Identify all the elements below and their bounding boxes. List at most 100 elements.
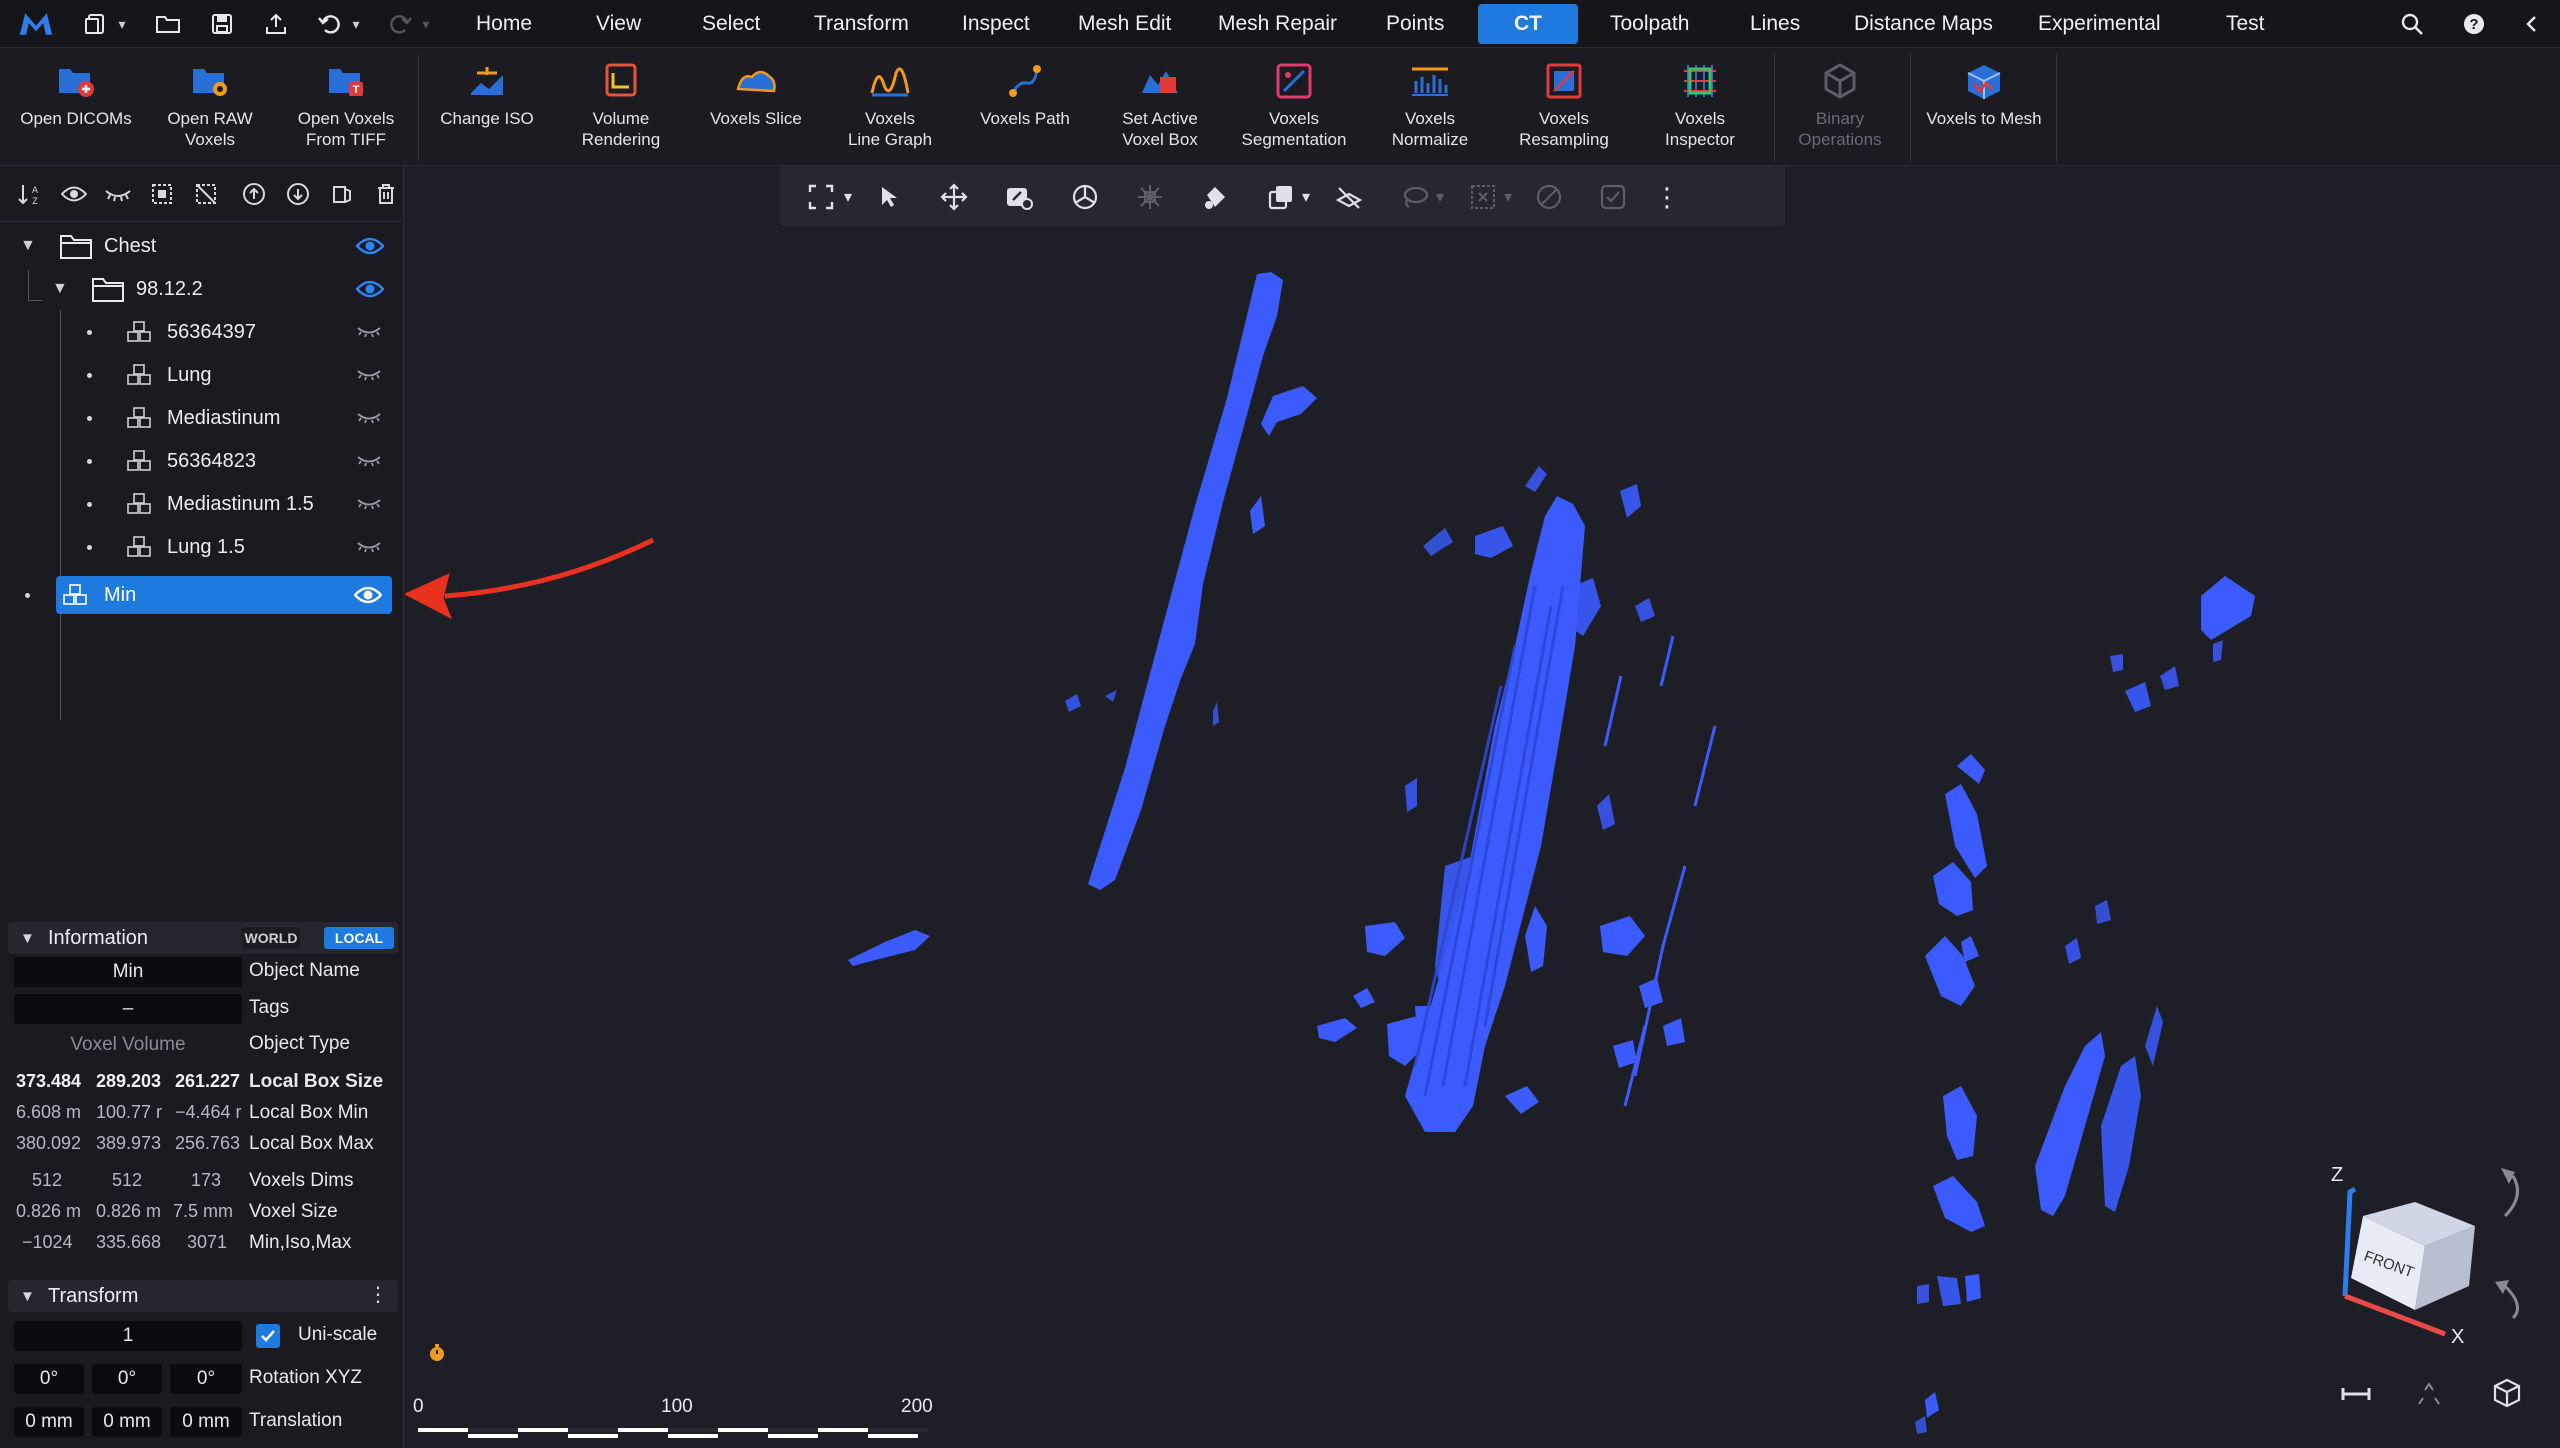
new-file-icon[interactable]: [78, 6, 114, 42]
voxels-line-graph-button[interactable]: Voxels Line Graph: [830, 58, 950, 162]
chevron-down-icon[interactable]: ▾: [114, 14, 130, 34]
select-all-icon[interactable]: [146, 178, 178, 210]
translation-y-field[interactable]: 0 mm: [92, 1407, 162, 1437]
tab-inspect[interactable]: Inspect: [948, 4, 1044, 44]
chevron-down-icon[interactable]: ▼: [20, 1288, 35, 1305]
translation-x-field[interactable]: 0 mm: [14, 1407, 84, 1437]
folder-plus-icon: [53, 58, 99, 104]
visibility-eye-icon[interactable]: [355, 236, 385, 256]
iso-icon: [464, 58, 510, 104]
world-toggle[interactable]: WORLD: [242, 927, 300, 949]
collapse-left-icon[interactable]: [2514, 6, 2550, 42]
normalize-icon: [1407, 58, 1453, 104]
more-options-icon[interactable]: ⋮: [368, 1284, 388, 1306]
open-folder-icon[interactable]: [150, 6, 186, 42]
set-active-voxel-box-button[interactable]: Set Active Voxel Box: [1100, 58, 1220, 162]
app-logo-icon[interactable]: [18, 6, 54, 42]
z-axis-label: Z: [2331, 1164, 2344, 1186]
voxels-inspector-button[interactable]: Voxels Inspector: [1638, 58, 1762, 162]
rotation-z-field[interactable]: 0°: [170, 1364, 242, 1394]
help-icon[interactable]: ?: [2456, 6, 2492, 42]
hidden-eye-icon[interactable]: [356, 367, 384, 387]
chevron-down-icon[interactable]: ▼: [20, 237, 36, 255]
voxels-slice-button[interactable]: Voxels Slice: [696, 58, 816, 162]
hidden-eye-icon[interactable]: [356, 539, 384, 559]
tab-home[interactable]: Home: [462, 4, 546, 44]
line-graph-icon: [867, 58, 913, 104]
show-all-icon[interactable]: [58, 178, 90, 210]
hidden-eye-icon[interactable]: [356, 410, 384, 430]
hidden-eye-icon[interactable]: [356, 324, 384, 344]
visibility-eye-icon[interactable]: [355, 279, 385, 299]
voxels-segmentation-button[interactable]: Voxels Segmentation: [1232, 58, 1356, 162]
fit-to-screen-icon[interactable]: [2418, 1382, 2440, 1405]
tree-item-chest[interactable]: ▼ Chest: [0, 226, 404, 266]
resampling-icon: [1541, 58, 1587, 104]
volume-rendering-button[interactable]: Volume Rendering: [562, 58, 680, 162]
search-icon[interactable]: [2394, 6, 2430, 42]
delete-icon[interactable]: [370, 178, 402, 210]
tab-transform[interactable]: Transform: [800, 4, 923, 44]
undo-icon[interactable]: [312, 6, 348, 42]
move-up-icon[interactable]: [238, 178, 270, 210]
rotation-y-field[interactable]: 0°: [92, 1364, 162, 1394]
tree-item-voxels[interactable]: 56364823: [0, 441, 404, 481]
tab-lines[interactable]: Lines: [1736, 4, 1814, 44]
rotation-x-field[interactable]: 0°: [14, 1364, 84, 1394]
tab-experimental[interactable]: Experimental: [2024, 4, 2175, 44]
chevron-down-icon[interactable]: ▼: [20, 930, 35, 947]
measure-icon[interactable]: [2341, 1388, 2371, 1400]
information-header[interactable]: ▼ Information WORLD LOCAL: [8, 922, 398, 954]
tab-mesh-repair[interactable]: Mesh Repair: [1204, 4, 1351, 44]
chevron-down-icon[interactable]: ▾: [348, 14, 364, 34]
hidden-eye-icon[interactable]: [356, 496, 384, 516]
scale-field[interactable]: 1: [14, 1321, 242, 1351]
deselect-icon[interactable]: [190, 178, 222, 210]
hidden-eye-icon[interactable]: [356, 453, 384, 473]
tab-test[interactable]: Test: [2212, 4, 2279, 44]
uniscale-checkbox[interactable]: [256, 1324, 280, 1348]
tab-points[interactable]: Points: [1372, 4, 1458, 44]
x-axis-label: X: [2451, 1326, 2465, 1348]
tree-item-98-12-2[interactable]: ▼ 98.12.2: [0, 269, 404, 309]
voxels-path-button[interactable]: Voxels Path: [966, 58, 1084, 162]
tags-field[interactable]: –: [14, 994, 242, 1024]
tree-item-voxels[interactable]: 56364397: [0, 312, 404, 352]
save-icon[interactable]: [204, 6, 240, 42]
local-toggle[interactable]: LOCAL: [324, 927, 394, 949]
voxels-normalize-button[interactable]: Voxels Normalize: [1370, 58, 1490, 162]
tab-distance-maps[interactable]: Distance Maps: [1840, 4, 2007, 44]
export-icon[interactable]: [258, 6, 294, 42]
transform-header[interactable]: ▼ Transform ⋮: [8, 1280, 398, 1312]
tab-view[interactable]: View: [582, 4, 655, 44]
clone-icon[interactable]: [326, 178, 358, 210]
voxel-volume-icon: [126, 449, 152, 478]
sort-icon[interactable]: AZ: [14, 178, 46, 210]
object-type-label: Object Type: [249, 1033, 351, 1054]
tree-item-min[interactable]: Min: [0, 575, 404, 615]
3d-viewport[interactable]: ▾ ▾ ▾ ▾ ⋮ Z X FRONT 0 100 200: [405, 166, 2560, 1448]
tree-item-mediastinum[interactable]: Mediastinum: [0, 398, 404, 438]
open-voxels-from-tiff-button[interactable]: T Open Voxels From TIFF: [284, 58, 408, 162]
tree-item-lung[interactable]: Lung: [0, 355, 404, 395]
open-raw-voxels-button[interactable]: Open RAW Voxels: [152, 58, 268, 162]
chevron-down-icon[interactable]: ▼: [52, 280, 68, 298]
tab-ct[interactable]: CT: [1478, 4, 1578, 44]
visibility-eye-icon[interactable]: [353, 585, 383, 605]
tab-toolpath[interactable]: Toolpath: [1596, 4, 1703, 44]
tab-mesh-edit[interactable]: Mesh Edit: [1064, 4, 1185, 44]
object-name-field[interactable]: Min: [14, 957, 242, 987]
tree-item-mediastinum-1-5[interactable]: Mediastinum 1.5: [0, 484, 404, 524]
translation-z-field[interactable]: 0 mm: [170, 1407, 242, 1437]
move-down-icon[interactable]: [282, 178, 314, 210]
voxels-resampling-button[interactable]: Voxels Resampling: [1502, 58, 1626, 162]
folder-icon: [60, 233, 92, 264]
voxels-to-mesh-button[interactable]: Voxels to Mesh: [1916, 58, 2052, 162]
tab-select[interactable]: Select: [688, 4, 774, 44]
hide-all-icon[interactable]: [102, 178, 134, 210]
tree-item-lung-1-5[interactable]: Lung 1.5: [0, 527, 404, 567]
open-dicoms-button[interactable]: Open DICOMs: [16, 58, 136, 162]
change-iso-button[interactable]: Change ISO: [428, 58, 546, 162]
view-cube-icon[interactable]: [2493, 1378, 2521, 1408]
timer-icon[interactable]: [430, 1344, 444, 1361]
